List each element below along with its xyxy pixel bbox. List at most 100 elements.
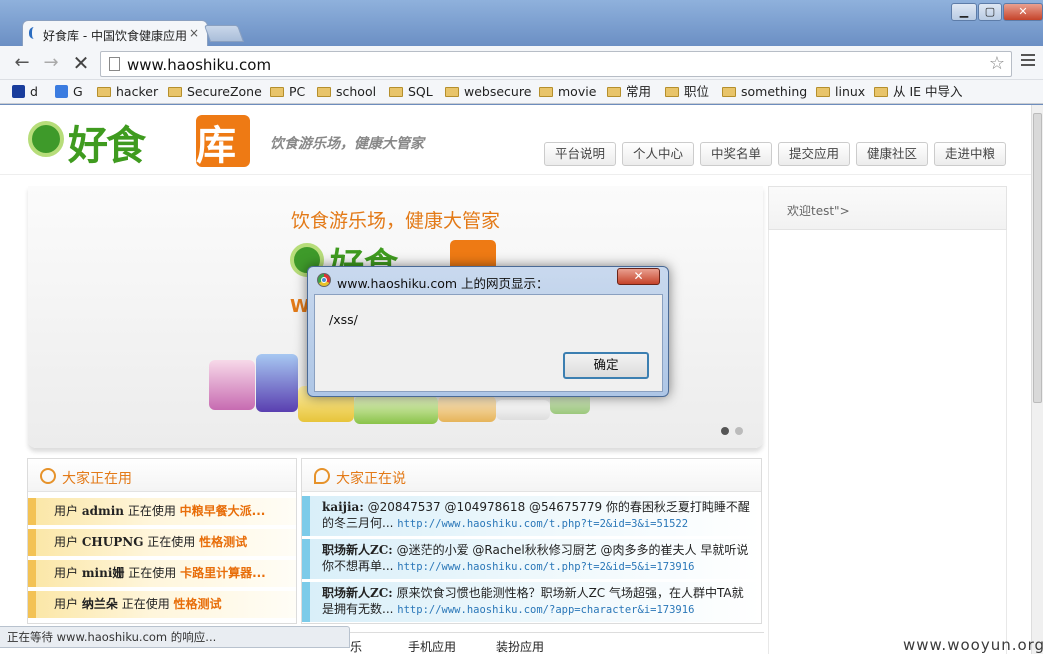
browser-toolbar: ← → ✕ www.haoshiku.com ☆ [0, 46, 1043, 80]
carousel-dot[interactable] [735, 427, 743, 435]
app-link[interactable]: 性格测试 [174, 597, 222, 611]
bookmark-folder-sql[interactable]: SQL [389, 83, 433, 101]
app-icon-tile [496, 400, 550, 420]
nav-health-community[interactable]: 健康社区 [856, 142, 928, 166]
bottom-tabs: 乐 手机应用 装扮应用 [344, 632, 764, 654]
app-icon-tile [438, 396, 496, 422]
bookmark-folder-hacker[interactable]: hacker [97, 83, 158, 101]
bookmark-folder-websecure[interactable]: websecure [445, 83, 531, 101]
post-link[interactable]: http://www.haoshiku.com/?app=character&i… [397, 604, 694, 616]
bookmark-folder-movie[interactable]: movie [539, 83, 596, 101]
app-link[interactable]: 性格测试 [199, 535, 247, 549]
alert-dialog: www.haoshiku.com 上的网页显示： ✕ /xss/ 确定 [307, 266, 669, 397]
folder-icon [539, 87, 553, 97]
panel-title: 大家正在说 [336, 471, 406, 487]
folder-icon [816, 87, 830, 97]
nav-winners-list[interactable]: 中奖名单 [700, 142, 772, 166]
dialog-message: /xss/ [329, 312, 358, 327]
nav-submit-app[interactable]: 提交应用 [778, 142, 850, 166]
chrome-icon-center [321, 277, 327, 283]
post-link[interactable]: http://www.haoshiku.com/t.php?t=2&id=5&i… [397, 561, 694, 573]
minimize-button[interactable]: ▁ [951, 3, 977, 21]
welcome-box: 欢迎test"> [768, 186, 1007, 230]
page-scrollbar[interactable] [1031, 105, 1043, 654]
poster-name[interactable]: 职场新人ZC: [322, 586, 393, 600]
user-link[interactable]: CHUPNG [82, 535, 144, 549]
bookmark-folder-common[interactable]: 常用 [607, 83, 651, 101]
app-link[interactable]: 中粮早餐大派... [180, 504, 266, 518]
user-link[interactable]: admin [82, 504, 124, 518]
new-tab-button[interactable] [203, 25, 245, 42]
banner-slogan: 饮食游乐场，健康大管家 [291, 210, 501, 232]
right-column [768, 230, 1007, 654]
panel-everyone-using: 大家正在用 用户 admin 正在使用 中粮早餐大派... 用户 CHUPNG … [27, 458, 297, 624]
forward-arrow-icon[interactable]: → [40, 52, 62, 74]
tab-dressup-apps[interactable]: 装扮应用 [496, 638, 544, 654]
power-icon [40, 468, 56, 484]
user-link[interactable]: mini姗 [82, 566, 125, 580]
tab-title: 好食库 - 中国饮食健康应用 [43, 29, 187, 43]
folder-icon [168, 87, 182, 97]
nav-personal-center[interactable]: 个人中心 [622, 142, 694, 166]
user-link[interactable]: 纳兰朵 [82, 597, 118, 611]
folder-icon [270, 87, 284, 97]
saying-row: kaijia: @20847537 @104978618 @54675779 你… [302, 496, 761, 536]
menu-icon[interactable] [1021, 54, 1035, 69]
back-arrow-icon[interactable]: ← [11, 52, 33, 74]
tab-haoshiku[interactable]: 好食库 - 中国饮食健康应用 × [22, 20, 208, 46]
bookmark-folder-pc[interactable]: PC [270, 83, 305, 101]
dialog-close-button[interactable]: ✕ [617, 268, 660, 285]
url-text[interactable]: www.haoshiku.com [127, 56, 271, 74]
bookmark-folder-jobs[interactable]: 职位 [665, 83, 709, 101]
page-icon [109, 57, 120, 71]
folder-icon [874, 87, 888, 97]
bookmark-folder-linux[interactable]: linux [816, 83, 865, 101]
carousel-dot-active[interactable] [721, 427, 729, 435]
title-bar: 好食库 - 中国饮食健康应用 × ▁ ▢ ✕ [0, 0, 1043, 46]
panel-header: 大家正在用 [28, 459, 296, 492]
bookmark-d[interactable]: d [12, 83, 38, 101]
window-close-button[interactable]: ✕ [1003, 3, 1043, 21]
stop-loading-icon[interactable]: ✕ [70, 52, 92, 74]
using-row: 用户 CHUPNG 正在使用 性格测试 [28, 529, 296, 556]
bookmark-folder-securezone[interactable]: SecureZone [168, 83, 262, 101]
folder-icon [317, 87, 331, 97]
tab-close-icon[interactable]: × [189, 26, 199, 40]
bookmark-folder-import-ie[interactable]: 从 IE 中导入 [874, 83, 963, 101]
post-link[interactable]: http://www.haoshiku.com/t.php?t=2&id=3&i… [397, 518, 688, 530]
bookmarks-bar: d G hacker SecureZone PC school SQL webs… [0, 80, 1043, 104]
site-logo[interactable]: 好食 库 [28, 111, 252, 169]
nav-platform-info[interactable]: 平台说明 [544, 142, 616, 166]
app-link[interactable]: 卡路里计算器... [180, 566, 266, 580]
app-icon-tile [256, 354, 298, 412]
panel-everyone-saying: 大家正在说 kaijia: @20847537 @104978618 @5467… [301, 458, 762, 624]
logo-bowl-icon [28, 121, 64, 157]
logo-text-green: 好食 [68, 122, 146, 169]
using-row: 用户 纳兰朵 正在使用 性格测试 [28, 591, 296, 618]
bookmark-folder-something[interactable]: something [722, 83, 807, 101]
bookmark-g[interactable]: G [55, 83, 83, 101]
using-row: 用户 admin 正在使用 中粮早餐大派... [28, 498, 296, 525]
maximize-button[interactable]: ▢ [978, 3, 1002, 21]
carousel-dots[interactable] [721, 424, 749, 438]
google-icon [55, 85, 68, 98]
tab-partial[interactable]: 乐 [350, 638, 362, 654]
address-bar[interactable]: www.haoshiku.com ☆ [100, 51, 1012, 77]
panel-title: 大家正在用 [62, 471, 132, 487]
poster-name[interactable]: kaijia: [322, 500, 364, 514]
folder-icon [97, 87, 111, 97]
nav-about-cofco[interactable]: 走进中粮 [934, 142, 1006, 166]
loading-spinner-icon [29, 27, 39, 39]
ok-button[interactable]: 确定 [563, 352, 649, 379]
app-icon-tile [354, 396, 438, 424]
dialog-title: www.haoshiku.com 上的网页显示： [337, 276, 549, 291]
scrollbar-thumb[interactable] [1033, 113, 1042, 403]
poster-name[interactable]: 职场新人ZC: [322, 543, 393, 557]
tab-mobile-apps[interactable]: 手机应用 [408, 638, 456, 654]
dialog-body: /xss/ 确定 [314, 294, 663, 392]
folder-icon [722, 87, 736, 97]
site-slogan: 饮食游乐场，健康大管家 [270, 136, 424, 152]
bookmark-folder-school[interactable]: school [317, 83, 376, 101]
bookmark-star-icon[interactable]: ☆ [989, 53, 1005, 74]
folder-icon [389, 87, 403, 97]
